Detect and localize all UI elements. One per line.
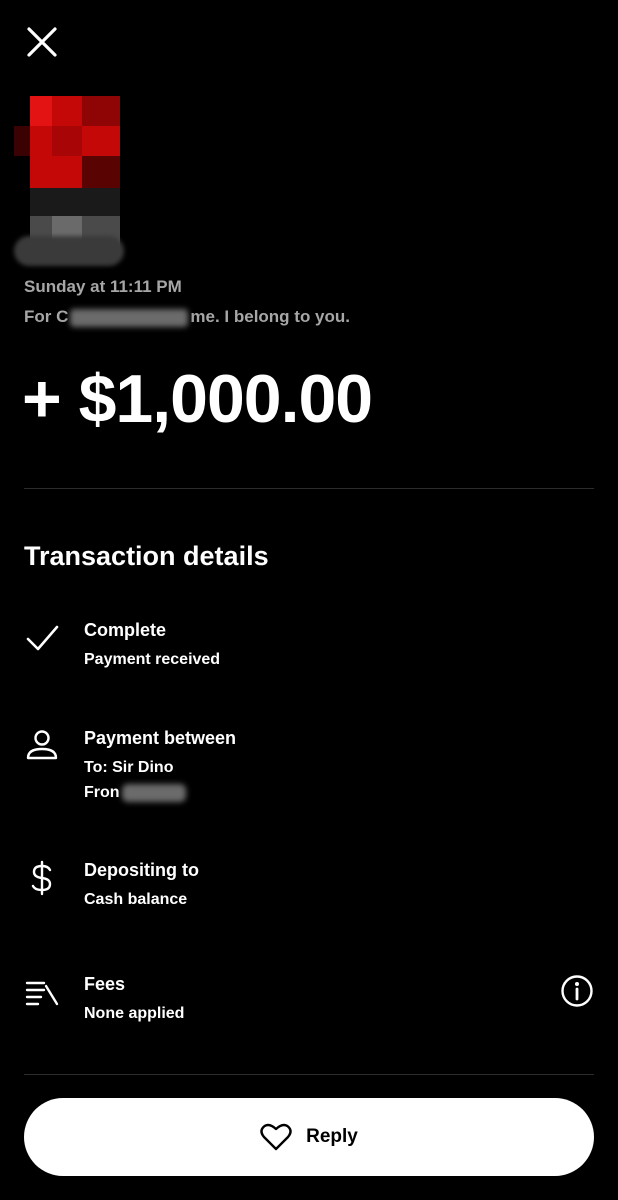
deposit-value: Cash balance — [84, 891, 188, 908]
fees-value: None applied — [84, 1005, 185, 1022]
recipient-value: To: Sir Dino — [84, 759, 174, 776]
list-icon — [25, 981, 59, 1006]
deposit-label: Depositing to — [84, 860, 199, 880]
sender-value: Fron — [84, 784, 186, 802]
dollar-icon — [31, 860, 52, 896]
reply-label: Reply — [306, 1126, 358, 1147]
sender-avatar-obscured — [14, 96, 126, 276]
status-label: Complete — [84, 620, 167, 640]
status-value: Payment received — [84, 651, 221, 668]
info-icon[interactable] — [560, 974, 594, 1008]
fees-label: Fees — [84, 974, 126, 994]
redaction-blur — [121, 784, 186, 802]
divider — [24, 488, 594, 489]
heart-icon — [260, 1123, 292, 1151]
close-button[interactable] — [24, 24, 60, 60]
transaction-amount: + $1,000.00 — [22, 361, 373, 437]
divider — [24, 1074, 594, 1075]
section-title: Transaction details — [24, 541, 269, 571]
parties-label: Payment between — [84, 728, 237, 748]
transaction-note: For C me. I belong to you. — [24, 307, 350, 327]
person-icon — [26, 730, 58, 760]
close-icon — [27, 27, 57, 57]
transaction-timestamp: Sunday at 11:11 PM — [24, 277, 182, 296]
note-suffix: me. I belong to you. — [190, 307, 351, 326]
note-prefix: For C — [24, 307, 69, 326]
reply-button[interactable]: Reply — [24, 1098, 594, 1176]
sender-prefix: Fron — [84, 784, 120, 802]
checkmark-icon — [26, 625, 59, 651]
redaction-blur — [70, 308, 189, 327]
